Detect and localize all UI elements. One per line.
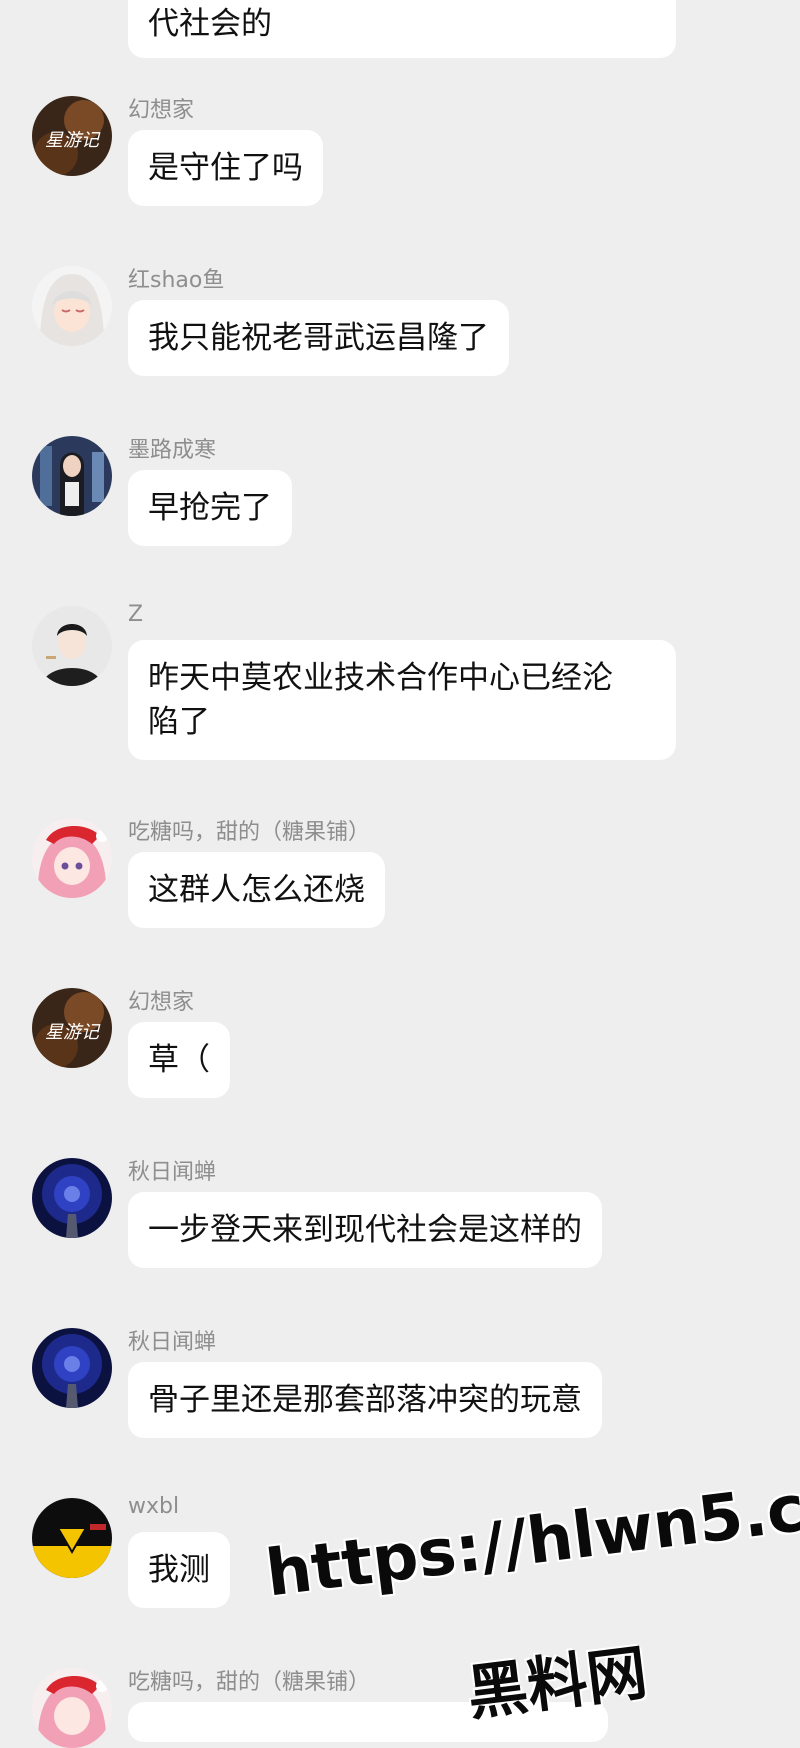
sender-name: 幻想家 — [128, 990, 195, 1015]
blue-night-scene-icon — [32, 1158, 112, 1238]
logo-text: 星游记 — [45, 130, 101, 151]
message-bubble[interactable]: 这群人怎么还烧 — [128, 852, 385, 928]
message-text: 这群人怎么还烧 — [148, 872, 365, 908]
dark-haired-character-icon — [32, 436, 112, 516]
message-bubble[interactable]: 是守住了吗 — [128, 130, 323, 206]
message-bubble[interactable]: 骨子里还是那套部落冲突的玩意 — [128, 1362, 602, 1438]
message-bubble[interactable]: 昨天中莫农业技术合作中心已经沦 陷了 — [128, 640, 676, 760]
avatar[interactable]: 星游记 — [32, 988, 112, 1068]
message-text: 是守住了吗 — [148, 150, 303, 186]
sender-name: 吃糖吗，甜的（糖果铺） — [128, 820, 371, 845]
avatar[interactable]: 星游记 — [32, 96, 112, 176]
pink-haired-santa-girl-icon — [32, 1668, 112, 1748]
dark-suit-man-icon — [32, 606, 112, 686]
message-text: 代社会的 — [148, 6, 272, 42]
message-text: 草（ — [148, 1042, 210, 1078]
message-text-line: 昨天中莫农业技术合作中心已经沦 — [148, 660, 613, 696]
avatar[interactable] — [32, 1158, 112, 1238]
avatar[interactable] — [32, 436, 112, 516]
pink-haired-santa-girl-icon — [32, 818, 112, 898]
white-haired-girl-icon — [32, 266, 112, 346]
sender-name: wxbl — [128, 1494, 180, 1519]
avatar[interactable] — [32, 1328, 112, 1408]
logo-text: 星游记 — [45, 1022, 101, 1043]
message-bubble[interactable]: 代社会的 — [128, 0, 676, 58]
message-text: 我测 — [148, 1552, 210, 1588]
watermark-url: https://hlwn5.com — [262, 1458, 800, 1612]
xingyouji-logo-icon: 星游记 — [32, 96, 112, 176]
sender-name: Z — [128, 602, 144, 627]
watermark-name: 黑料网 — [463, 1637, 651, 1730]
avatar[interactable] — [32, 606, 112, 686]
avatar[interactable] — [32, 266, 112, 346]
message-text: 一步登天来到现代社会是这样的 — [148, 1212, 582, 1248]
avatar[interactable] — [32, 1668, 112, 1748]
sender-name: 秋日闻蝉 — [128, 1330, 217, 1355]
message-text: 骨子里还是那套部落冲突的玩意 — [148, 1382, 582, 1418]
message-text: 我只能祝老哥武运昌隆了 — [148, 320, 489, 356]
xingyouji-logo-icon: 星游记 — [32, 988, 112, 1068]
message-bubble[interactable]: 早抢完了 — [128, 470, 292, 546]
sender-name: 红shao鱼 — [128, 268, 225, 293]
avatar[interactable] — [32, 1498, 112, 1578]
sender-name: 墨路成寒 — [128, 438, 217, 463]
sender-name: 秋日闻蝉 — [128, 1160, 217, 1185]
message-bubble[interactable]: 一步登天来到现代社会是这样的 — [128, 1192, 602, 1268]
message-bubble[interactable]: 草（ — [128, 1022, 230, 1098]
message-text: 昨天中莫农业技术合作中心已经沦 陷了 — [148, 656, 656, 744]
message-text-line: 陷了 — [148, 704, 210, 740]
sender-name: 吃糖吗，甜的（糖果铺） — [128, 1670, 371, 1695]
blue-night-scene-icon — [32, 1328, 112, 1408]
message-text: 早抢完了 — [148, 490, 272, 526]
sender-name: 幻想家 — [128, 98, 195, 123]
message-bubble[interactable]: 我只能祝老哥武运昌隆了 — [128, 300, 509, 376]
message-bubble[interactable]: 我测 — [128, 1532, 230, 1608]
avatar[interactable] — [32, 818, 112, 898]
yellow-black-triangle-icon — [32, 1498, 112, 1578]
